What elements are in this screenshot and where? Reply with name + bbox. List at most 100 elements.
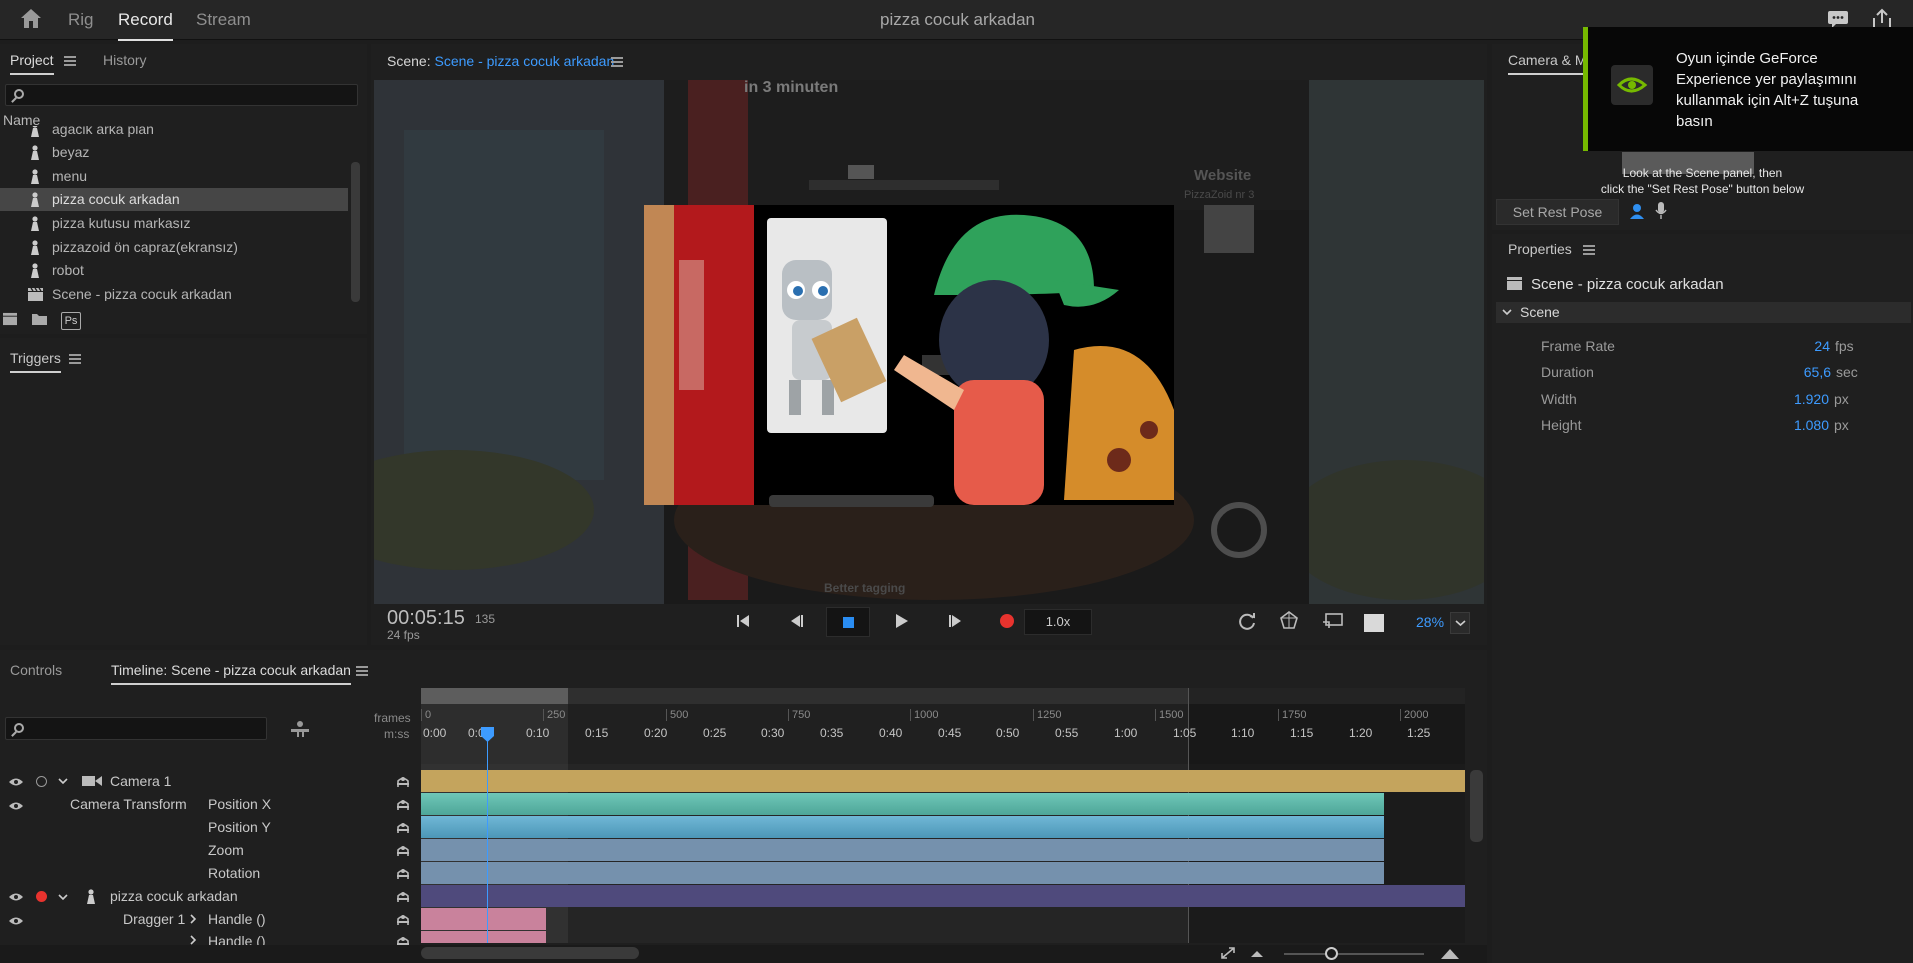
background-color-swatch[interactable] bbox=[1364, 614, 1384, 632]
set-rest-pose-button[interactable]: Set Rest Pose bbox=[1496, 199, 1619, 225]
tab-timeline[interactable]: Timeline: Scene - pizza cocuk arkadan bbox=[111, 662, 351, 685]
stopwatch-icon[interactable] bbox=[396, 821, 410, 835]
track-handle-1[interactable] bbox=[421, 908, 546, 930]
timeline-search-input[interactable] bbox=[5, 717, 267, 740]
track-handle-2[interactable] bbox=[421, 931, 546, 943]
track-label-camera-1[interactable]: Camera 1 bbox=[110, 773, 171, 789]
track-label-position-y[interactable]: Position Y bbox=[208, 819, 271, 835]
properties-menu-icon[interactable] bbox=[1583, 245, 1595, 255]
eye-icon[interactable] bbox=[8, 801, 24, 811]
list-item[interactable]: menu bbox=[0, 165, 348, 188]
track-label-rotation[interactable]: Rotation bbox=[208, 865, 260, 881]
mode-record[interactable]: Record bbox=[118, 10, 173, 41]
list-item[interactable]: Scene - pizza cocuk arkadan bbox=[0, 283, 348, 301]
tab-history[interactable]: History bbox=[103, 52, 147, 68]
stopwatch-icon[interactable] bbox=[396, 913, 410, 927]
prop-value-height[interactable]: 1.080 bbox=[1780, 417, 1829, 433]
refresh-icon[interactable] bbox=[1233, 607, 1261, 635]
play-icon[interactable] bbox=[887, 607, 915, 635]
timeline-menu-icon[interactable] bbox=[356, 666, 368, 676]
list-item[interactable]: beyaz bbox=[0, 141, 348, 164]
track-label-dragger[interactable]: Dragger 1 bbox=[123, 911, 185, 927]
work-area-range[interactable] bbox=[421, 688, 568, 704]
list-item[interactable]: pizza kutusu markasız bbox=[0, 212, 348, 235]
scene-name-link[interactable]: Scene - pizza cocuk arkadan bbox=[434, 53, 614, 69]
step-forward-icon[interactable] bbox=[941, 607, 969, 635]
chevron-down-icon[interactable] bbox=[58, 893, 68, 901]
track-zoom[interactable] bbox=[421, 839, 1384, 861]
project-menu-icon[interactable] bbox=[64, 56, 76, 66]
scene-menu-icon[interactable] bbox=[611, 57, 623, 67]
stopwatch-icon[interactable] bbox=[396, 798, 410, 812]
list-item[interactable]: pizzazoid ön capraz(ekransız) bbox=[0, 236, 348, 259]
timeline-area[interactable]: 0 250 500 750 1000 1250 1500 1750 2000 0:00 0:05 0… bbox=[421, 688, 1465, 943]
cast-icon[interactable] bbox=[1319, 607, 1347, 635]
track-label-position-x[interactable]: Position X bbox=[208, 796, 271, 812]
photoshop-icon[interactable]: Ps bbox=[61, 312, 81, 330]
camera-toggle-icon[interactable] bbox=[1629, 202, 1645, 220]
chevron-down-icon[interactable] bbox=[58, 777, 68, 785]
list-item[interactable]: agacik arka plan bbox=[0, 126, 348, 141]
camera-tab[interactable]: Camera & M bbox=[1508, 52, 1587, 75]
tab-controls[interactable]: Controls bbox=[10, 662, 62, 678]
list-item-selected[interactable]: pizza cocuk arkadan bbox=[0, 188, 348, 211]
stopwatch-icon[interactable] bbox=[396, 867, 410, 881]
stopwatch-icon[interactable] bbox=[396, 844, 410, 858]
timeline-zoom-thumb[interactable] bbox=[1325, 947, 1338, 960]
playhead-handle[interactable] bbox=[480, 726, 495, 743]
eye-icon[interactable] bbox=[8, 777, 24, 787]
track-camera-1[interactable] bbox=[421, 770, 1465, 792]
geforce-notification[interactable]: Oyun içinde GeForce Experience yer payla… bbox=[1583, 27, 1913, 151]
playhead-line bbox=[487, 728, 488, 943]
track-label-puppet[interactable]: pizza cocuk arkadan bbox=[110, 888, 238, 904]
track-position-x[interactable] bbox=[421, 793, 1384, 815]
properties-item-name: Scene - pizza cocuk arkadan bbox=[1531, 276, 1724, 293]
tab-project[interactable]: Project bbox=[10, 52, 54, 75]
chevron-right-icon[interactable] bbox=[189, 914, 197, 924]
triggers-menu-icon[interactable] bbox=[69, 354, 81, 364]
timeline-zoom-slider[interactable] bbox=[1284, 953, 1424, 955]
zoom-out-mountain-icon[interactable] bbox=[1250, 948, 1264, 958]
track-label-zoom[interactable]: Zoom bbox=[208, 842, 244, 858]
eye-icon[interactable] bbox=[8, 892, 24, 902]
zoom-in-mountain-icon[interactable] bbox=[1440, 946, 1460, 960]
fit-to-window-icon[interactable] bbox=[1220, 946, 1236, 960]
microphone-icon[interactable] bbox=[1655, 201, 1667, 220]
zoom-level[interactable]: 28% bbox=[1416, 614, 1444, 630]
stopwatch-icon[interactable] bbox=[396, 890, 410, 904]
record-armed-icon[interactable] bbox=[36, 891, 47, 902]
mesh-icon[interactable] bbox=[1275, 607, 1303, 635]
chevron-right-icon[interactable] bbox=[189, 935, 197, 945]
track-label-camera-transform[interactable]: Camera Transform bbox=[70, 796, 187, 812]
stop-button[interactable] bbox=[826, 607, 870, 637]
stopwatch-icon[interactable] bbox=[396, 775, 410, 789]
triggers-title: Triggers bbox=[10, 350, 61, 373]
playback-speed[interactable]: 1.0x bbox=[1024, 609, 1092, 635]
step-back-icon[interactable] bbox=[783, 607, 811, 635]
zoom-dropdown[interactable] bbox=[1450, 612, 1470, 634]
mode-rig[interactable]: Rig bbox=[68, 10, 94, 30]
project-search-input[interactable] bbox=[5, 84, 358, 106]
track-label-handle-1[interactable]: Handle () bbox=[208, 911, 266, 927]
folder-icon[interactable] bbox=[31, 312, 48, 326]
timeline-horizontal-scrollbar[interactable] bbox=[421, 947, 639, 959]
prop-value-frame-rate[interactable]: 24 bbox=[1780, 338, 1830, 354]
eye-icon[interactable] bbox=[8, 916, 24, 926]
track-rotation[interactable] bbox=[421, 862, 1384, 884]
track-filter-icon[interactable] bbox=[289, 720, 311, 738]
go-to-start-icon[interactable] bbox=[729, 607, 757, 635]
track-position-y[interactable] bbox=[421, 816, 1384, 838]
scene-section-header[interactable]: Scene bbox=[1496, 302, 1911, 323]
record-icon[interactable] bbox=[993, 607, 1021, 635]
prop-value-duration[interactable]: 65,6 bbox=[1780, 364, 1831, 380]
home-icon[interactable] bbox=[18, 6, 44, 30]
record-arm-icon[interactable] bbox=[36, 776, 47, 787]
scene-viewer[interactable]: in 3 minuten Website PizzaZoid nr 3 Bett… bbox=[374, 80, 1484, 604]
project-scrollbar[interactable] bbox=[351, 162, 360, 302]
mode-stream[interactable]: Stream bbox=[196, 10, 251, 30]
list-item[interactable]: robot bbox=[0, 259, 348, 282]
prop-value-width[interactable]: 1.920 bbox=[1780, 391, 1829, 407]
new-scene-icon[interactable] bbox=[2, 312, 18, 326]
track-pizza-cocuk-arkadan[interactable] bbox=[421, 885, 1465, 907]
timeline-vertical-scrollbar[interactable] bbox=[1470, 770, 1483, 842]
